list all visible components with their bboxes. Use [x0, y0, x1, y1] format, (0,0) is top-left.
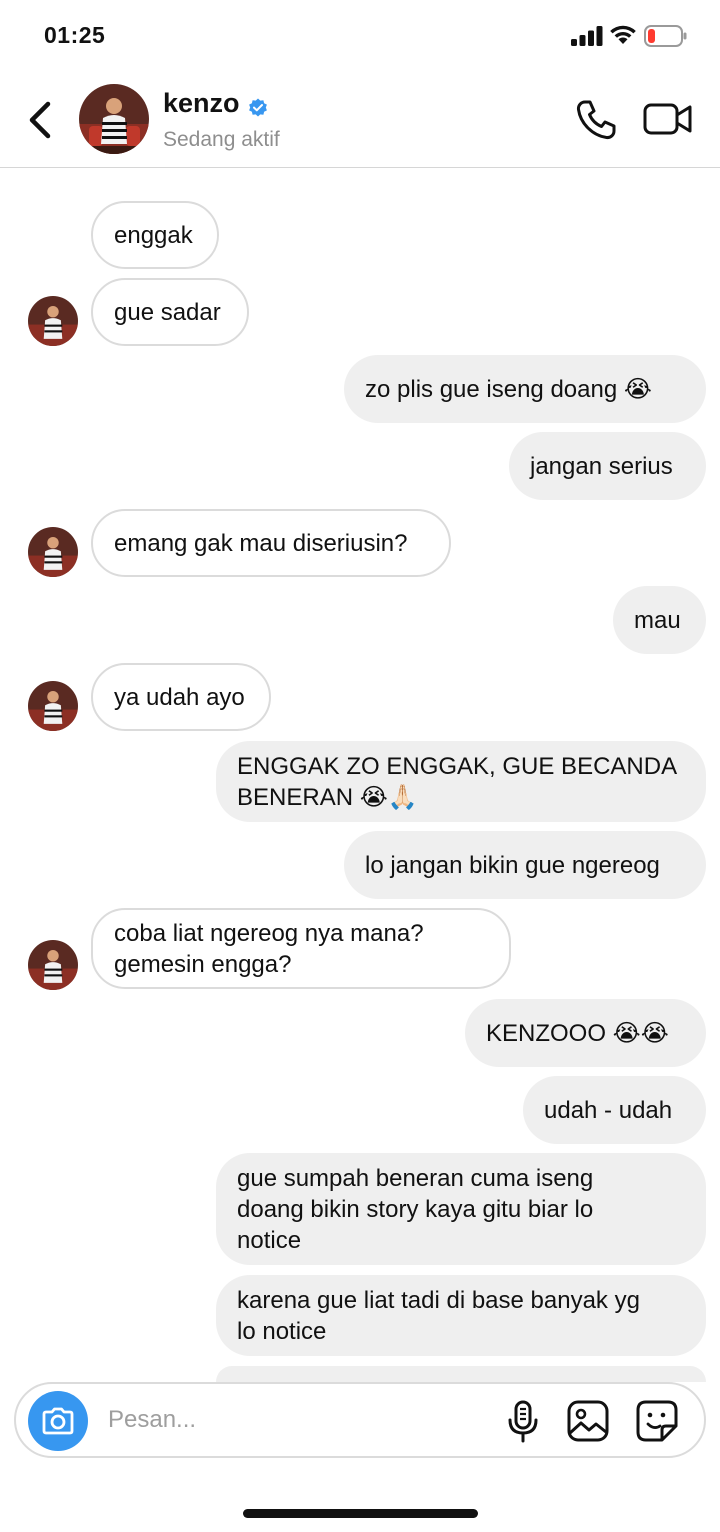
message-incoming[interactable]: gue sadar	[91, 278, 249, 346]
message-outgoing[interactable]: ENGGAK ZO ENGGAK, GUE BECANDA BENERAN 😭🙏…	[216, 741, 706, 822]
chat-header: kenzo Sedang aktif	[0, 70, 720, 168]
message-outgoing-partial	[216, 1366, 706, 1382]
home-indicator	[243, 1509, 478, 1518]
status-time: 01:25	[44, 22, 106, 48]
chevron-left-icon[interactable]	[22, 98, 58, 142]
message-outgoing[interactable]: gue sumpah beneran cuma iseng doang biki…	[216, 1153, 706, 1265]
message-outgoing[interactable]: KENZOOO 😭😭	[465, 999, 706, 1067]
message-avatar[interactable]	[28, 296, 78, 346]
message-outgoing[interactable]: karena gue liat tadi di base banyak yg l…	[216, 1275, 706, 1356]
verified-badge-icon	[249, 98, 267, 117]
camera-icon	[42, 1407, 74, 1435]
microphone-icon[interactable]	[506, 1400, 540, 1444]
message-incoming[interactable]: enggak	[91, 201, 219, 269]
message-avatar[interactable]	[28, 940, 78, 990]
message-input[interactable]	[108, 1396, 488, 1444]
message-incoming[interactable]: ya udah ayo	[91, 663, 271, 731]
image-icon[interactable]	[567, 1400, 609, 1442]
message-composer	[14, 1382, 706, 1458]
status-bar: 01:25	[0, 0, 720, 70]
camera-button[interactable]	[28, 1391, 88, 1451]
battery-icon	[644, 25, 687, 47]
signal-icon	[571, 26, 603, 46]
message-incoming[interactable]: emang gak mau diseriusin?	[91, 509, 451, 577]
contact-status: Sedang aktif	[163, 128, 280, 151]
phone-icon[interactable]	[574, 98, 618, 142]
message-outgoing[interactable]: udah - udah	[523, 1076, 706, 1144]
wifi-icon	[610, 25, 636, 44]
avatar[interactable]	[79, 84, 149, 154]
message-outgoing[interactable]: zo plis gue iseng doang 😭	[344, 355, 706, 423]
message-outgoing[interactable]: mau	[613, 586, 706, 654]
sticker-icon[interactable]	[636, 1400, 678, 1442]
message-avatar[interactable]	[28, 527, 78, 577]
video-camera-icon[interactable]	[643, 102, 693, 136]
message-avatar[interactable]	[28, 681, 78, 731]
message-outgoing[interactable]: lo jangan bikin gue ngereog	[344, 831, 706, 899]
message-incoming[interactable]: coba liat ngereog nya mana? gemesin engg…	[91, 908, 511, 989]
contact-name[interactable]: kenzo	[163, 88, 240, 119]
message-outgoing[interactable]: jangan serius	[509, 432, 706, 500]
